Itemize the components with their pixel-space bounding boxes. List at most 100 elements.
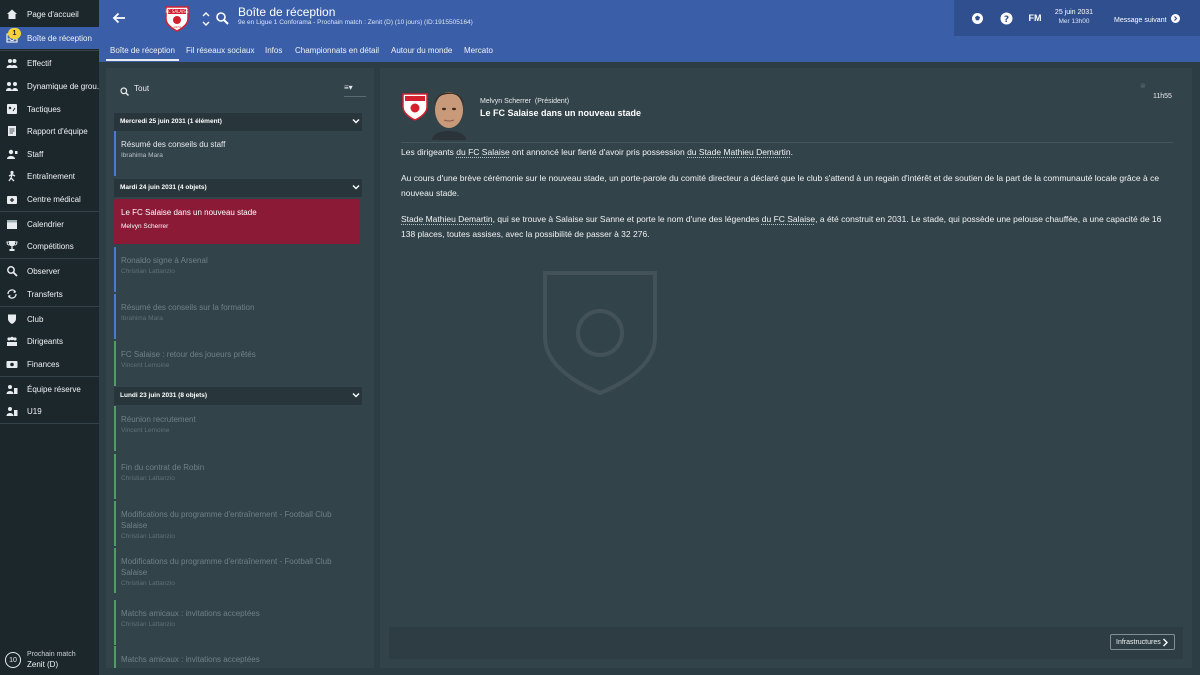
sidebar-item-label: Observer [27, 266, 60, 276]
tab-inbox[interactable]: Boîte de réception [106, 40, 179, 61]
message-title: FC Salaise : retour des joueurs prêtés [121, 350, 256, 359]
sidebar-item-training[interactable]: Entraînement [0, 165, 99, 187]
group-label: Lundi 23 juin 2031 (8 objets) [120, 392, 208, 399]
sidebar-item-calendar[interactable]: Calendrier [0, 213, 99, 235]
message-item[interactable]: Résumé des conseils sur la formation Ibr… [114, 294, 360, 339]
ball-icon[interactable] [970, 11, 984, 25]
message-title: Fin du contrat de Robin [121, 463, 205, 472]
back-arrow-icon [112, 12, 125, 24]
date-group-header[interactable]: Lundi 23 juin 2031 (8 objets) [114, 387, 362, 405]
sidebar-item-label: Club [27, 314, 44, 324]
club-icon [6, 313, 18, 325]
next-match-widget[interactable]: 10 Prochain match Zenit (D) [0, 645, 99, 675]
message-item[interactable]: Matchs amicaux : invitations acceptées C… [114, 600, 360, 645]
message-color-bar [114, 548, 116, 593]
message-item[interactable]: Matchs amicaux : invitations acceptées [114, 646, 360, 668]
link-stadium[interactable]: du Stade Mathieu Demartin [687, 147, 790, 157]
sidebar-item-reserve[interactable]: Équipe réserve [0, 378, 99, 400]
link-club[interactable]: du FC Salaise [456, 147, 509, 157]
back-button[interactable] [111, 10, 127, 26]
tab-news[interactable]: Infos [265, 40, 282, 60]
u19-icon [6, 405, 18, 417]
search-button[interactable] [215, 11, 229, 25]
next-match-team: Zenit (D) [27, 660, 59, 669]
message-item[interactable]: Réunion recrutement Vincent Lemoine [114, 406, 360, 451]
message-body: Les dirigeants du FC Salaise ont annoncé… [401, 145, 1171, 253]
sidebar-item-squad[interactable]: Effectif [0, 52, 99, 74]
message-sender: Christian Lattanzio [121, 580, 175, 587]
game-date: 25 juin 2031 Mer 13h00 [1044, 9, 1104, 25]
calendar-icon [6, 218, 18, 230]
sidebar-item-label: Page d'accueil [27, 9, 79, 19]
sidebar-item-label: Staff [27, 149, 44, 159]
inbox-filter[interactable]: Tout ≡▾ [114, 79, 366, 99]
message-item-selected[interactable]: Le FC Salaise dans un nouveau stade Melv… [114, 199, 360, 244]
date-group-header[interactable]: Mercredi 25 juin 2031 (1 élément) [114, 113, 362, 131]
prev-next-arrows[interactable] [201, 10, 211, 28]
message-item[interactable]: Ronaldo signe à Arsenal Christian Lattan… [114, 247, 360, 292]
sidebar-item-scouting[interactable]: Observer [0, 260, 99, 282]
help-icon[interactable]: ? [999, 11, 1013, 25]
link-club[interactable]: du FC Salaise [762, 214, 815, 224]
message-sender: Ibrahima Mara [121, 152, 163, 159]
message-title: Résumé des conseils sur la formation [121, 303, 255, 312]
sender-avatar[interactable] [424, 82, 474, 140]
sidebar-item-tactics[interactable]: Tactiques [0, 98, 99, 120]
tab-transfer-market[interactable]: Mercato [464, 40, 493, 60]
fm-menu-button[interactable]: FM [1026, 11, 1044, 25]
chevron-updown-icon [202, 12, 210, 26]
message-color-bar [114, 600, 116, 645]
message-item[interactable]: Modifications du programme d'entraînemen… [114, 548, 360, 593]
unread-badge: 1 [8, 28, 21, 39]
finance-icon [6, 358, 18, 370]
sidebar-item-competitions[interactable]: Compétitions [0, 235, 99, 257]
message-title: Ronaldo signe à Arsenal [121, 256, 208, 265]
sender-name[interactable]: Melvyn Scherrer (Président) [480, 98, 569, 105]
sidebar-item-board[interactable]: Dirigeants [0, 330, 99, 352]
sidebar-item-club[interactable]: Club [0, 308, 99, 330]
chevron-down-icon [352, 119, 360, 124]
divider [0, 306, 99, 307]
club-crest[interactable]: FC SALAISE 1974 [164, 5, 190, 32]
tab-social-feed[interactable]: Fil réseaux sociaux [186, 40, 254, 60]
dynamics-icon [6, 80, 18, 92]
sidebar-item-u19[interactable]: U19 [0, 400, 99, 422]
header-bar: FC SALAISE 1974 Boîte de réception 9e en… [99, 0, 1200, 62]
search-icon [216, 12, 229, 25]
facilities-button[interactable]: Infrastructures [1110, 634, 1175, 650]
sidebar-item-medical[interactable]: Centre médical [0, 188, 99, 210]
tab-league-details[interactable]: Championnats en détail [295, 40, 379, 60]
message-item[interactable]: Fin du contrat de Robin Christian Lattan… [114, 454, 360, 499]
message-color-bar [114, 406, 116, 451]
sidebar-item-home[interactable]: Page d'accueil [0, 3, 99, 25]
page-title: Boîte de réception [238, 5, 336, 19]
divider [344, 96, 366, 97]
svg-text:FC SALAISE: FC SALAISE [165, 9, 188, 14]
message-item[interactable]: Modifications du programme d'entraînemen… [114, 501, 360, 546]
message-title: Le FC Salaise dans un nouveau stade [121, 208, 257, 217]
chevron-down-icon [352, 185, 360, 190]
sort-menu-icon[interactable]: ≡▾ [344, 83, 353, 92]
sidebar-item-label: Dynamique de grou... [27, 81, 99, 91]
link-stadium[interactable]: Stade Mathieu Demartin [401, 214, 493, 224]
message-item[interactable]: FC Salaise : retour des joueurs prêtés V… [114, 341, 360, 386]
divider [0, 50, 99, 51]
message-sender: Vincent Lemoine [121, 427, 170, 434]
sidebar-item-transfers[interactable]: Transferts [0, 283, 99, 305]
sidebar-item-dynamics[interactable]: Dynamique de grou... [0, 75, 99, 97]
facilities-button-label: Infrastructures [1116, 638, 1161, 646]
message-flag-icon[interactable]: ⊗ [1140, 82, 1146, 90]
sidebar-item-label: U19 [27, 406, 42, 416]
date-group-header[interactable]: Mardi 24 juin 2031 (4 objets) [114, 179, 362, 197]
board-icon [6, 335, 18, 347]
home-icon [6, 8, 18, 20]
tab-around-world[interactable]: Autour du monde [391, 40, 452, 60]
sidebar-item-staff[interactable]: Staff [0, 143, 99, 165]
next-message-button[interactable]: Message suivant [1114, 14, 1181, 24]
sidebar-item-label: Rapport d'équipe [27, 126, 88, 136]
message-time: 11h55 [1153, 93, 1172, 100]
sidebar-item-team-report[interactable]: Rapport d'équipe [0, 120, 99, 142]
chevron-right-icon [1163, 638, 1168, 647]
message-item[interactable]: Résumé des conseils du staff Ibrahima Ma… [114, 131, 360, 176]
sidebar-item-finances[interactable]: Finances [0, 353, 99, 375]
